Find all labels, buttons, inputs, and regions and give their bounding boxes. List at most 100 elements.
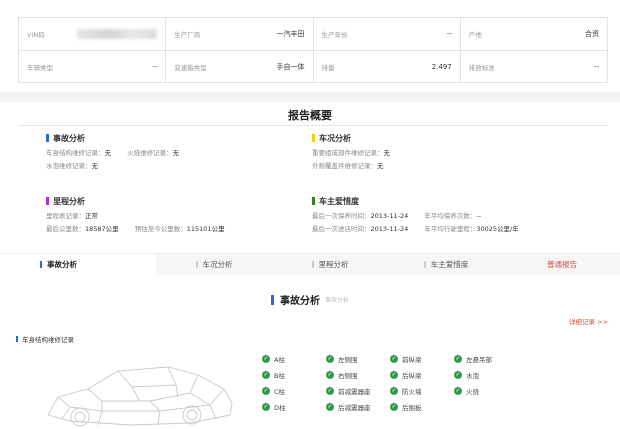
overview-condition-line-1: 重要组成部件维修记录：无 (312, 147, 404, 157)
overview-condition-line-2: 外观覆盖件维修记录：无 (312, 160, 404, 170)
check-item: ✓ C柱 (262, 386, 326, 396)
check-item-label: 火烧 (466, 388, 479, 396)
vin-cell: VIN码 (19, 18, 165, 50)
tab-mileage-analysis[interactable]: 里程分析 (272, 254, 388, 275)
key-parts-repair-label: 重要组成部件维修记录： (312, 149, 384, 157)
structure-repair-value: 无 (104, 149, 112, 157)
overview-mileage-title: 里程分析 (53, 196, 85, 206)
check-item-label: 前纵梁 (402, 356, 422, 364)
check-circle-icon: ✓ (390, 403, 398, 411)
check-item: ✓ D柱 (262, 402, 326, 412)
check-item: ✓ 前纵梁 (390, 354, 454, 364)
check-item-label: 左悬吊部 (466, 356, 492, 364)
car-body-diagram-icon (47, 366, 233, 427)
fire-repair-label: 火烧维修记录： (127, 149, 173, 157)
estimated-mileage-value: 115101公里 (186, 225, 225, 233)
check-circle-icon: ✓ (326, 403, 334, 411)
manufacturer-cell: 生产厂商 一汽丰田 (165, 18, 312, 50)
accident-section-header: 事故分析 事故分析 (0, 292, 620, 307)
condition-color-bar (312, 134, 315, 142)
accident-section-subtitle: 事故分析 (324, 297, 349, 304)
body-panel-repair-label: 外观覆盖件维修记录： (312, 162, 377, 170)
accident-color-bar (46, 134, 49, 142)
vin-blurred-value (77, 29, 158, 39)
check-circle-icon: ✓ (326, 387, 334, 395)
check-circle-icon: ✓ (390, 355, 398, 363)
overview-care-line-2: 最后一次进店时间：2013-11-24 年平均行驶里程：30025公里/年 (312, 223, 533, 233)
tab-marker (423, 261, 426, 268)
section-marker (270, 294, 274, 305)
overview-mileage: 里程分析 里程表记录：正常 最后公里数：18587公里 预估至今公里数：1151… (46, 195, 239, 233)
mileage-color-bar (46, 197, 49, 205)
check-item: ✓ 防火墙 (390, 386, 454, 396)
vehicle-info-row-2: 车辆类型 -- 变速箱类型 手自一体 排量 2.497 排放标准 -- (19, 50, 607, 82)
check-item-label: 后纵梁 (402, 372, 422, 380)
emission-cell: 排放标准 -- (459, 51, 607, 82)
fire-repair-value: 无 (172, 149, 180, 157)
check-circle-icon: ✓ (454, 355, 462, 363)
check-circle-icon: ✓ (262, 403, 270, 411)
last-mileage-value: 18587公里 (85, 225, 119, 233)
last-mileage-label: 最后公里数： (46, 225, 85, 233)
vehicle-type-value: -- (152, 62, 158, 71)
tab-label: 车况分析 (202, 260, 233, 269)
annual-maintenance-label: 年平均保养次数： (424, 212, 477, 220)
flood-repair-label: 水泡维修记录： (46, 162, 92, 170)
last-maintenance-value: 2013-11-24 (370, 212, 409, 220)
overview-condition-heading: 车况分析 (312, 132, 404, 144)
tab-label: 车主爱惜度 (430, 260, 469, 269)
check-circle-icon: ✓ (262, 355, 270, 363)
check-item-label: 后围板 (402, 404, 422, 412)
tab-marker (195, 261, 198, 268)
last-visit-label: 最后一次进店时间： (312, 225, 371, 233)
transmission-label: 变速箱类型 (174, 63, 207, 72)
tab-label: 里程分析 (318, 260, 349, 269)
odometer-value: 正常 (85, 212, 98, 220)
overview-condition-title: 车况分析 (319, 133, 351, 143)
manufacturer-value: 一汽丰田 (276, 30, 305, 38)
origin-value: 合资 (585, 30, 599, 38)
emission-label: 排放标准 (468, 63, 495, 72)
flood-repair-value: 无 (91, 162, 99, 170)
structure-repair-heading: 车身结构维修记录 (16, 334, 74, 344)
production-year-cell: 生产年份 -- (312, 18, 460, 50)
annual-mileage-label: 年平均行驶里程： (424, 225, 477, 233)
check-item: ✓ B柱 (262, 370, 326, 380)
displacement-label: 排量 (321, 63, 335, 72)
production-year-value: -- (446, 30, 452, 38)
check-item: ✓ 水泡 (454, 370, 518, 380)
overview-accident: 事故分析 车身结构维修记录：无 火烧维修记录：无 水泡维修记录：无 (46, 132, 193, 170)
vehicle-info-table: VIN码 生产厂商 一汽丰田 生产年份 -- 产地 合资 车辆类型 -- 变速箱… (18, 17, 608, 83)
overview-accident-line-2: 水泡维修记录：无 (46, 160, 193, 170)
check-item: ✓ 左悬吊部 (454, 354, 518, 364)
overview-accident-title: 事故分析 (53, 133, 85, 143)
tab-marker (40, 261, 42, 268)
annual-mileage-value: 30025公里/年 (476, 225, 519, 233)
overview-care-heading: 车主爱惜度 (312, 195, 533, 207)
overview-mileage-line-2: 最后公里数：18587公里 预估至今公里数：115101公里 (46, 223, 239, 233)
overview-accident-heading: 事故分析 (46, 132, 193, 144)
check-item: ✓ 后纵梁 (390, 370, 454, 380)
emission-value: -- (593, 62, 599, 71)
check-item: ✓ A柱 (262, 354, 326, 364)
detail-records-link[interactable]: 详细记录 >> (569, 316, 608, 326)
overview-condition: 车况分析 重要组成部件维修记录：无 外观覆盖件维修记录：无 (312, 132, 404, 170)
overview-care: 车主爱惜度 最后一次保养时间：2013-11-24 年平均保养次数：-- 最后一… (312, 195, 533, 233)
check-circle-icon: ✓ (262, 387, 270, 395)
structure-repair-label: 车身结构维修记录： (46, 149, 105, 157)
check-item-label: B柱 (274, 372, 285, 380)
odometer-label: 里程表记录： (46, 212, 85, 220)
check-item: ✓ 火烧 (454, 386, 518, 396)
check-circle-icon: ✓ (326, 355, 334, 363)
check-item-label: 左侧围 (338, 356, 358, 364)
report-overview-title: 报告概要 (288, 109, 332, 122)
tab-condition-analysis[interactable]: 车况分析 (156, 254, 272, 275)
production-year-label: 生产年份 (321, 31, 348, 39)
overview-accident-line-1: 车身结构维修记录：无 火烧维修记录：无 (46, 147, 193, 157)
tab-owner-care[interactable]: 车主爱惜度 (388, 254, 504, 275)
tab-standard-report[interactable]: 普通报告 (504, 254, 620, 275)
check-item-label: D柱 (274, 404, 286, 412)
last-maintenance-label: 最后一次保养时间： (312, 212, 371, 220)
tab-accident-analysis[interactable]: 事故分析 (0, 254, 156, 275)
section-divider (0, 92, 620, 102)
